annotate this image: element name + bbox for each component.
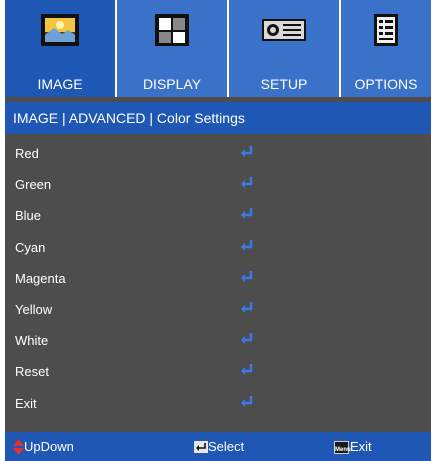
tab-label: DISPLAY [142, 76, 202, 92]
menu-item-blue[interactable]: Blue [5, 199, 431, 230]
menu-item-reset[interactable]: Reset [5, 355, 431, 386]
osd-menu: IMAGE DISPLAY SETUP OPTIONS IMAGE | ADVA… [5, 0, 431, 461]
enter-icon[interactable] [240, 332, 254, 346]
select-hint: Select [194, 439, 244, 455]
tab-label: SETUP [260, 76, 308, 92]
projector-icon [262, 19, 306, 41]
updown-hint: UpDown [13, 439, 74, 455]
menu-item-red[interactable]: Red [5, 137, 431, 168]
menu-key-icon: Menu [334, 440, 351, 454]
menu-item-exit[interactable]: Exit [5, 387, 431, 418]
breadcrumb: IMAGE | ADVANCED | Color Settings [5, 102, 431, 134]
menu-item-label: Yellow [15, 301, 53, 317]
select-label: Select [208, 439, 245, 454]
menu-item-label: Exit [15, 395, 37, 411]
tab-label: OPTIONS [354, 76, 418, 92]
menu-item-label: Cyan [15, 239, 46, 255]
menu-item-label: Reset [15, 364, 49, 380]
updown-label: UpDown [24, 439, 74, 454]
menu-item-label: White [15, 333, 49, 349]
menu-item-yellow[interactable]: Yellow [5, 293, 431, 324]
enter-icon[interactable] [240, 145, 254, 159]
tab-display[interactable]: DISPLAY [117, 0, 229, 97]
menu-item-label: Green [15, 177, 52, 193]
updown-arrows-icon [13, 439, 24, 455]
tab-setup[interactable]: SETUP [229, 0, 341, 97]
enter-icon[interactable] [240, 270, 254, 284]
menu-item-cyan[interactable]: Cyan [5, 231, 431, 262]
tab-image[interactable]: IMAGE [5, 0, 117, 97]
enter-key-icon [194, 441, 208, 453]
enter-icon[interactable] [240, 176, 254, 190]
options-icon [374, 14, 398, 46]
menu-item-magenta[interactable]: Magenta [5, 262, 431, 293]
enter-icon[interactable] [240, 363, 254, 377]
footer-hint-bar: UpDown Select Menu Exit [5, 432, 431, 461]
menu-item-white[interactable]: White [5, 324, 431, 355]
image-icon [41, 14, 79, 46]
menu-item-green[interactable]: Green [5, 168, 431, 199]
menu-item-label: Magenta [15, 270, 66, 286]
exit-hint: Menu Exit [334, 439, 372, 455]
enter-icon[interactable] [240, 395, 254, 409]
enter-icon[interactable] [240, 239, 254, 253]
enter-icon[interactable] [240, 301, 254, 315]
menu-item-label: Red [15, 146, 39, 161]
menu-item-label: Blue [15, 208, 42, 224]
tab-bar: IMAGE DISPLAY SETUP OPTIONS [5, 0, 431, 97]
enter-icon[interactable] [240, 207, 254, 221]
tab-label: IMAGE [37, 76, 83, 92]
display-icon [155, 14, 189, 46]
exit-label: Exit [350, 439, 372, 454]
color-settings-menu: Red Green Blue Cyan Magenta Yellow White [5, 137, 431, 418]
tab-options[interactable]: OPTIONS [341, 0, 431, 97]
